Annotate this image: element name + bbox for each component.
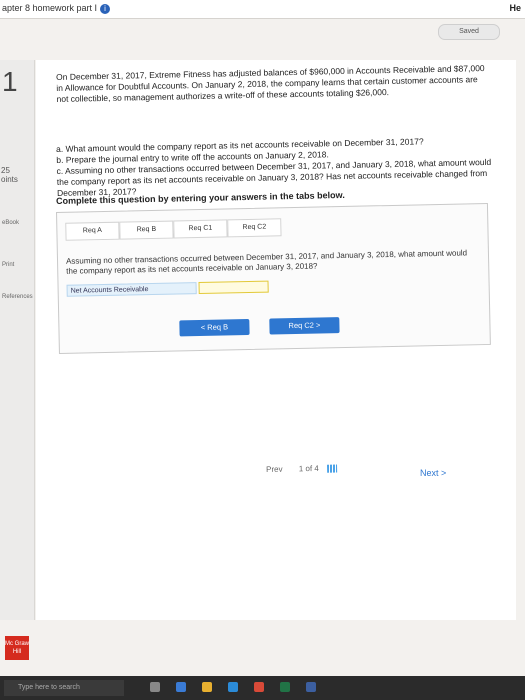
answer-tabs: Req A Req B Req C1 Req C2 Assuming no ot…: [56, 202, 491, 354]
next-req-button[interactable]: Req C2 >: [269, 317, 340, 335]
grid-icon[interactable]: [326, 464, 338, 473]
next-question-link[interactable]: Next >: [420, 468, 446, 478]
question-intro: On December 31, 2017, Extreme Fitness ha…: [56, 63, 485, 104]
saved-badge: Saved: [438, 24, 500, 40]
edge-icon[interactable]: [176, 682, 186, 692]
tab-question-text: Assuming no other transactions occurred …: [65, 248, 468, 276]
page-position: 1 of 4: [298, 463, 319, 474]
header-right-text: He: [509, 3, 521, 13]
folder-icon[interactable]: [202, 682, 212, 692]
question-pager: Prev 1 of 4: [266, 463, 343, 474]
points-badge: 25 oints: [1, 166, 18, 184]
prev-req-button[interactable]: < Req B: [179, 318, 250, 337]
word-icon[interactable]: [306, 682, 316, 692]
question-sidebar: 1 25 oints eBook Print References: [0, 60, 35, 620]
taskbar: Type here to search: [0, 676, 525, 700]
references-link[interactable]: References: [2, 294, 33, 300]
top-bar: apter 8 homework part Ii He: [0, 0, 525, 19]
tab-req-a[interactable]: Req A: [65, 221, 120, 241]
ebook-link[interactable]: eBook: [2, 220, 19, 226]
prev-link[interactable]: Prev: [266, 465, 283, 474]
mcgraw-hill-logo: Mc Graw Hill: [5, 636, 29, 660]
tab-req-b[interactable]: Req B: [119, 220, 174, 240]
question-page: On December 31, 2017, Extreme Fitness ha…: [36, 60, 516, 620]
excel-icon[interactable]: [280, 682, 290, 692]
screen: apter 8 homework part Ii He Saved 1 25 o…: [0, 0, 525, 700]
task-view-icon[interactable]: [150, 682, 160, 692]
tab-req-c1[interactable]: Req C1: [173, 219, 228, 239]
answer-label: Net Accounts Receivable: [66, 282, 197, 297]
info-icon[interactable]: i: [100, 3, 111, 14]
answer-row: Net Accounts Receivable: [66, 280, 269, 297]
tab-req-c2[interactable]: Req C2: [227, 218, 282, 238]
chrome-icon[interactable]: [254, 682, 264, 692]
print-link[interactable]: Print: [2, 262, 14, 268]
taskbar-search[interactable]: Type here to search: [4, 680, 124, 696]
net-ar-input[interactable]: [198, 280, 269, 295]
breadcrumb: apter 8 homework part Ii: [2, 3, 111, 14]
question-parts: a. What amount would the company report …: [56, 135, 497, 199]
question-number: 1: [2, 66, 18, 97]
store-icon[interactable]: [228, 682, 238, 692]
